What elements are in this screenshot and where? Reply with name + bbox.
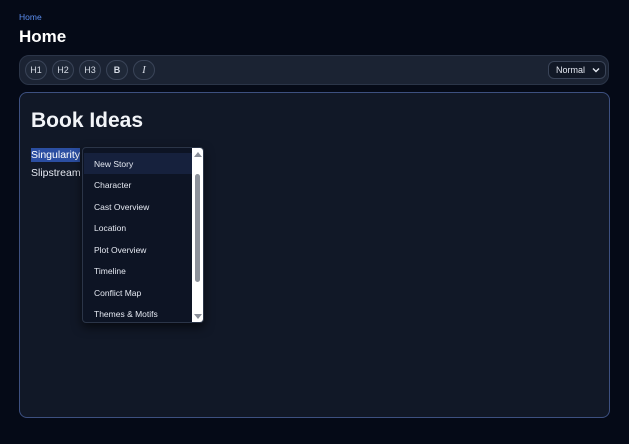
menu-item-location[interactable]: Location [84, 217, 193, 238]
menu-item-timeline[interactable]: Timeline [84, 260, 193, 281]
scroll-down-arrow-icon[interactable] [194, 314, 202, 319]
bold-button[interactable]: B [106, 60, 128, 80]
chevron-down-icon [592, 68, 600, 73]
document-heading: Book Ideas [31, 109, 144, 132]
heading-3-button[interactable]: H3 [79, 60, 101, 80]
editor-line-2[interactable]: Slipstream [31, 167, 81, 179]
selected-text: Singularity [31, 148, 81, 162]
template-dropdown-menu: New Story Character Cast Overview Locati… [82, 147, 204, 323]
text-style-select[interactable]: Normal [548, 61, 606, 79]
menu-item-themes-motifs[interactable]: Themes & Motifs [84, 303, 193, 322]
text-style-value: Normal [556, 65, 586, 75]
menu-item-character[interactable]: Character [84, 174, 193, 195]
menu-item-new-story[interactable]: New Story [84, 153, 193, 174]
heading-2-button[interactable]: H2 [52, 60, 74, 80]
menu-item-conflict-map[interactable]: Conflict Map [84, 282, 193, 303]
menu-item-plot-overview[interactable]: Plot Overview [84, 239, 193, 260]
menu-item-cast-overview[interactable]: Cast Overview [84, 196, 193, 217]
breadcrumb-home-link[interactable]: Home [19, 12, 42, 22]
dropdown-scrollbar[interactable] [192, 148, 203, 322]
italic-button[interactable]: I [133, 60, 155, 80]
heading-1-button[interactable]: H1 [25, 60, 47, 80]
page-title: Home [19, 27, 67, 46]
scroll-up-arrow-icon[interactable] [194, 152, 202, 157]
scrollbar-thumb[interactable] [195, 174, 200, 282]
formatting-toolbar: H1 H2 H3 B I Normal [19, 55, 609, 85]
editor-line-1[interactable]: Singularity [31, 148, 81, 162]
